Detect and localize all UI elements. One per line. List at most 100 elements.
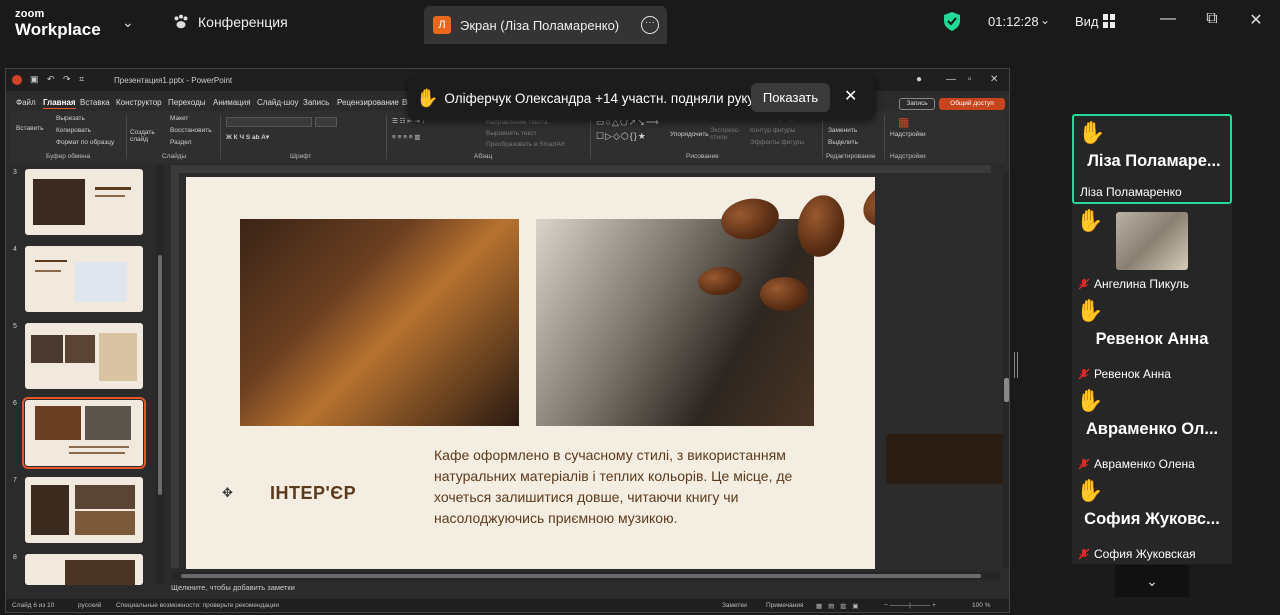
- shapes-gallery-row2[interactable]: ☐▷◇⬡{}★: [596, 131, 647, 142]
- font-name-field[interactable]: [226, 117, 312, 127]
- raised-hand-icon: ✋: [1078, 120, 1106, 145]
- slide-thumbnail[interactable]: [25, 323, 143, 389]
- slide-thumbnail[interactable]: [25, 477, 143, 543]
- thumb-number: 3: [13, 169, 17, 176]
- font-format-icons[interactable]: Ж К Ч S ab A▾: [226, 133, 269, 141]
- smartart-button[interactable]: Преобразовать в SmartArt: [486, 141, 565, 148]
- align-text-button[interactable]: Выровнять текст: [486, 130, 537, 137]
- participant-display-name: Ліза Поламаре...: [1087, 152, 1221, 170]
- participant-tile[interactable]: ✋ Ангелина Пикуль: [1072, 204, 1232, 294]
- zoom-slider[interactable]: − ———|——— +: [884, 602, 936, 609]
- view-grid-icon[interactable]: [1103, 14, 1115, 28]
- participant-tile[interactable]: ✋ Ревенок Анна Ревенок Анна: [1072, 294, 1232, 384]
- restore-icon[interactable]: ⧉: [1202, 10, 1222, 28]
- arrange-button[interactable]: Упорядочить: [670, 131, 709, 138]
- ppt-account-icon[interactable]: ●: [916, 74, 922, 85]
- meeting-label: Конференция: [198, 14, 288, 30]
- notes-pane[interactable]: Щелкните, чтобы добавить заметки: [171, 583, 1006, 597]
- encryption-shield-icon[interactable]: [944, 12, 960, 31]
- ppt-maximize-icon[interactable]: ▫: [968, 74, 972, 85]
- paragraph-group-label: Абзац: [474, 153, 493, 160]
- editor-vertical-scrollbar[interactable]: [1003, 173, 1009, 568]
- ppt-record-button[interactable]: Запись: [899, 98, 935, 110]
- powerpoint-logo-icon: [12, 75, 22, 85]
- ppt-status-bar: Слайд 6 из 10 русский Специальные возмож…: [6, 599, 1009, 612]
- format-painter-button[interactable]: Формат по образцу: [56, 139, 114, 146]
- menu-home[interactable]: Главная: [43, 98, 76, 109]
- more-options-icon[interactable]: ···: [641, 16, 659, 34]
- notes-placeholder: Щелкните, чтобы добавить заметки: [171, 583, 295, 592]
- zoom-top-bar: zoom Workplace ⌄ Конференция Л Экран (Лі…: [0, 0, 1280, 46]
- font-size-field[interactable]: [315, 117, 337, 127]
- view-button[interactable]: Вид: [1075, 14, 1099, 29]
- slide-thumbnail[interactable]: [25, 169, 143, 235]
- close-notification-icon[interactable]: ✕: [844, 86, 857, 106]
- zoom-level[interactable]: 100 %: [972, 602, 990, 609]
- ribbon-separator: [220, 115, 221, 159]
- participant-display-name: Ревенок Анна: [1095, 330, 1209, 348]
- menu-transitions[interactable]: Переходы: [168, 98, 206, 107]
- paste-button[interactable]: Вставить: [16, 125, 44, 132]
- ribbon-separator: [386, 115, 387, 159]
- editor-horizontal-scrollbar[interactable]: [171, 572, 1001, 580]
- addins-button[interactable]: Надстройки: [890, 131, 926, 138]
- meeting-info-button[interactable]: Конференция: [172, 13, 288, 31]
- participant-tile[interactable]: ✋ Авраменко Ол... Авраменко Олена: [1072, 384, 1232, 474]
- reset-button[interactable]: Восстановить: [170, 127, 212, 134]
- notes-toggle[interactable]: Заметки: [722, 602, 747, 609]
- ppt-close-icon[interactable]: ✕: [990, 74, 998, 85]
- ppt-share-button[interactable]: Общий доступ: [939, 98, 1005, 110]
- sharer-avatar: Л: [433, 16, 451, 34]
- timer-chevron-icon[interactable]: ⌄: [1040, 13, 1050, 27]
- view-mode-icons[interactable]: ▦▤▥▣: [816, 602, 865, 610]
- layout-button[interactable]: Макет: [170, 115, 188, 122]
- panel-resize-handle[interactable]: [1014, 352, 1018, 378]
- replace-button[interactable]: Заменить: [828, 127, 857, 134]
- shape-outline-button[interactable]: Контур фигуры: [750, 127, 795, 134]
- language-indicator[interactable]: русский: [78, 602, 101, 609]
- cut-button[interactable]: Вырезать: [56, 115, 85, 122]
- menu-review[interactable]: Рецензирование: [337, 98, 399, 107]
- text-direction-button[interactable]: Направление текста: [486, 119, 548, 126]
- app-menu-chevron-icon[interactable]: ⌄: [122, 14, 134, 31]
- shape-effects-button[interactable]: Эффекты фигуры: [750, 139, 804, 146]
- menu-insert[interactable]: Вставка: [80, 98, 110, 107]
- muted-mic-icon: [1078, 278, 1090, 290]
- quick-styles-button[interactable]: Экспресс-стили: [710, 127, 740, 141]
- alignment-icons[interactable]: ≡ ≡ ≡ ≡ ▥: [392, 133, 421, 141]
- new-slide-button[interactable]: Создать слайд: [130, 129, 158, 143]
- menu-slideshow[interactable]: Слайд-шоу: [257, 98, 298, 107]
- raised-hand-notification: ✋ Оліферчук Олександра +14 участн. подня…: [408, 76, 875, 120]
- move-cursor-icon: ✥: [222, 485, 233, 500]
- slide-thumbnail[interactable]: [25, 554, 143, 585]
- thumbnail-scrollbar[interactable]: [156, 165, 164, 585]
- menu-design[interactable]: Конструктор: [116, 98, 162, 107]
- screen-share-tab[interactable]: Л Экран (Ліза Поламаренко) ···: [424, 6, 667, 44]
- current-slide[interactable]: ✥ ІНТЕР'ЄР Кафе оформлено в сучасному ст…: [186, 177, 875, 569]
- show-button[interactable]: Показать: [751, 83, 830, 112]
- menu-animation[interactable]: Анимация: [213, 98, 251, 107]
- addins-icon[interactable]: ▦: [898, 115, 909, 129]
- copy-button[interactable]: Копировать: [56, 127, 91, 134]
- accessibility-status[interactable]: Специальные возможности: проверьте реком…: [116, 602, 279, 609]
- participant-tile[interactable]: ✋ Ліза Поламаре... Ліза Поламаренко: [1072, 114, 1232, 204]
- close-window-icon[interactable]: ✕: [1246, 10, 1266, 30]
- quick-access-icons[interactable]: ▣ ↶ ↷ ⌗: [30, 74, 87, 85]
- slide-thumbnail[interactable]: [25, 246, 143, 312]
- raised-hand-icon: ✋: [1076, 388, 1104, 413]
- thumb-number: 4: [13, 246, 17, 253]
- ppt-minimize-icon[interactable]: —: [946, 74, 956, 85]
- section-button[interactable]: Раздел: [170, 139, 191, 146]
- side-preview-box: [886, 434, 1006, 484]
- participant-video: [1116, 212, 1188, 270]
- comments-toggle[interactable]: Примечания: [766, 602, 804, 609]
- scroll-participants-down-icon[interactable]: ⌄: [1115, 565, 1189, 597]
- menu-file[interactable]: Файл: [16, 98, 36, 107]
- zoom-logo-top: zoom: [15, 8, 45, 20]
- select-button[interactable]: Выделить: [828, 139, 858, 146]
- minimize-icon[interactable]: —: [1158, 10, 1178, 28]
- menu-record[interactable]: Запись: [303, 98, 329, 107]
- participant-tile[interactable]: ✋ София Жуковс... София Жуковская: [1072, 474, 1232, 564]
- participant-display-name: София Жуковс...: [1084, 510, 1220, 528]
- slide-thumbnail-selected[interactable]: [22, 397, 146, 469]
